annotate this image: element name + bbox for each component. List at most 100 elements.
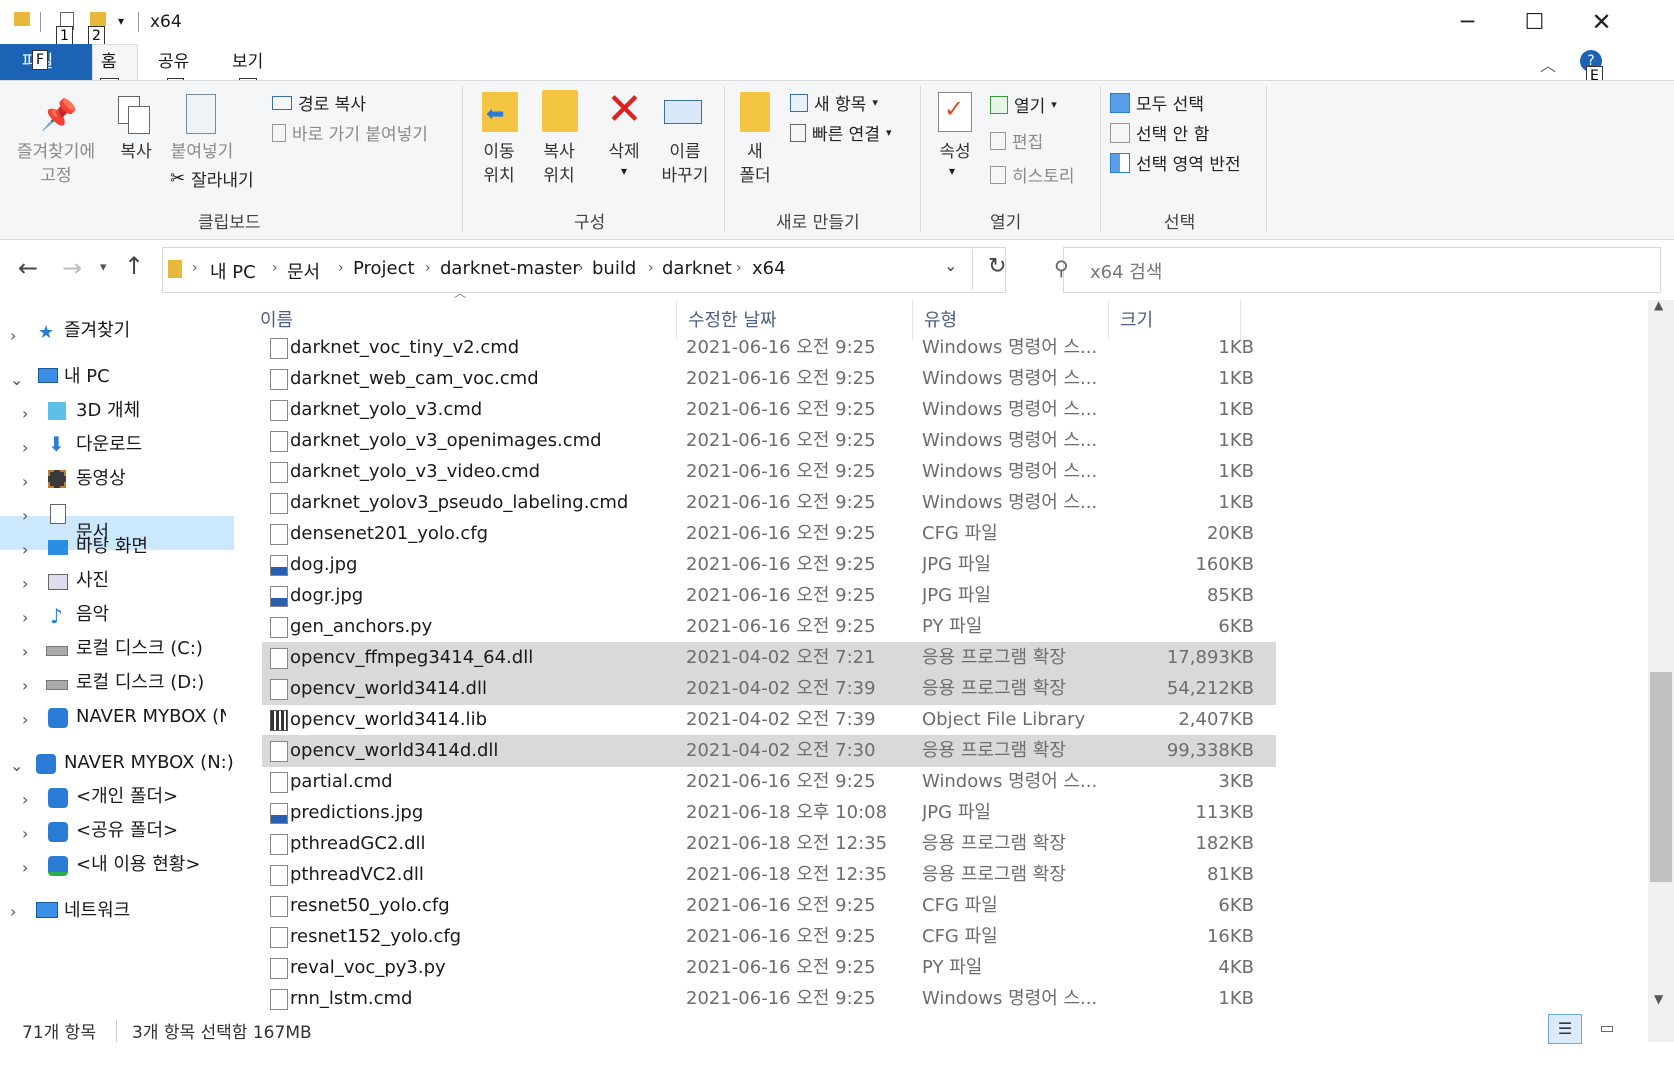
file-row[interactable]: darknet_yolov3_pseudo_labeling.cmd 2021-0… <box>262 487 1276 519</box>
file-row[interactable]: dogr.jpg 2021-06-16 오전 9:25 JPG 파일 85KB <box>262 580 1276 612</box>
file-row[interactable]: darknet_yolo_v3.cmd 2021-06-16 오전 9:25 Win… <box>262 394 1276 426</box>
expand-chevron-icon[interactable]: › <box>22 404 28 423</box>
refresh-button[interactable]: ↻ <box>988 254 1006 279</box>
file-row[interactable]: resnet152_yolo.cfg 2021-06-16 오전 9:25 CFG … <box>262 921 1276 953</box>
collapse-chevron-icon[interactable]: ⌄ <box>10 756 23 775</box>
rename-button[interactable]: 이름 바꾸기 <box>654 140 716 188</box>
easy-access-button[interactable]: 빠른 연결 ▾ <box>790 120 892 145</box>
breadcrumb-chevron-icon[interactable]: › <box>648 260 654 276</box>
back-button[interactable]: ← <box>18 254 38 282</box>
breadcrumb-documents[interactable]: 문서 <box>287 258 320 284</box>
large-icons-view-button[interactable]: ▭ <box>1590 1014 1624 1044</box>
file-row[interactable]: rnn_lstm.cmd 2021-06-16 오전 9:25 Windows 명령… <box>262 983 1276 1015</box>
expand-chevron-icon[interactable]: › <box>22 676 28 695</box>
breadcrumb-darknet[interactable]: darknet <box>662 258 732 279</box>
nav-item-3d-objects[interactable]: 3D 개체 <box>76 394 140 428</box>
select-all-button[interactable]: 모두 선택 <box>1110 90 1204 115</box>
file-row[interactable]: pthreadGC2.dll 2021-06-18 오전 12:35 응용 프로그램… <box>262 828 1276 860</box>
expand-chevron-icon[interactable]: › <box>22 608 28 627</box>
qat-customize-icon[interactable]: ▾ <box>118 14 124 28</box>
file-row[interactable]: opencv_world3414.dll 2021-04-02 오전 7:39 응용… <box>262 673 1276 705</box>
expand-chevron-icon[interactable]: › <box>22 790 28 809</box>
nav-item-desktop[interactable]: 바탕 화면 <box>76 530 148 564</box>
select-none-button[interactable]: 선택 안 함 <box>1110 120 1209 145</box>
address-history-chevron-down-icon[interactable]: ⌄ <box>944 256 957 275</box>
breadcrumb-chevron-icon[interactable]: › <box>272 260 278 276</box>
nav-item-shared-folder[interactable]: <공유 폴더> <box>76 814 178 848</box>
history-button[interactable]: 히스토리 <box>990 162 1075 187</box>
nav-item-local-c[interactable]: 로컬 디스크 (C:) <box>76 632 203 666</box>
file-row[interactable]: reval_voc_py3.py 2021-06-16 오전 9:25 PY 파일 4… <box>262 952 1276 984</box>
vertical-scrollbar[interactable] <box>1648 300 1674 1042</box>
move-to-button[interactable]: 이동 위치 <box>470 140 528 188</box>
file-row[interactable]: darknet_voc_tiny_v2.cmd 2021-06-16 오전 9:2… <box>262 332 1276 364</box>
new-item-button[interactable]: 새 항목 ▾ <box>790 90 878 115</box>
ribbon-collapse-icon[interactable]: ︿ <box>1540 52 1556 76</box>
file-row[interactable]: darknet_web_cam_voc.cmd 2021-06-16 오전 9:2… <box>262 363 1276 395</box>
breadcrumb-build[interactable]: build <box>592 258 636 279</box>
properties-button[interactable]: 속성 <box>930 140 980 164</box>
nav-item-videos[interactable]: 동영상 <box>76 462 126 496</box>
collapse-chevron-icon[interactable]: ⌄ <box>10 370 23 389</box>
nav-item-this-pc[interactable]: 내 PC <box>64 360 110 394</box>
expand-chevron-icon[interactable]: › <box>22 438 28 457</box>
file-row[interactable]: opencv_world3414.lib 2021-04-02 오전 7:39 Ob… <box>262 704 1276 736</box>
breadcrumb-chevron-icon[interactable]: › <box>192 260 198 276</box>
new-folder-button[interactable]: 새 폴더 <box>730 140 780 188</box>
file-row[interactable]: darknet_yolo_v3_video.cmd 2021-06-16 오전 9… <box>262 456 1276 488</box>
delete-button[interactable]: 삭제 <box>596 140 652 164</box>
file-row[interactable]: pthreadVC2.dll 2021-06-18 오전 12:35 응용 프로그램… <box>262 859 1276 891</box>
tab-share[interactable]: 공유 <box>158 44 189 80</box>
copy-button[interactable]: 복사 <box>112 140 160 164</box>
expand-chevron-icon[interactable]: › <box>10 326 16 345</box>
breadcrumb-darknet-master[interactable]: darknet-master <box>440 258 580 279</box>
copy-path-button[interactable]: 경로 복사 <box>272 90 366 115</box>
tab-home[interactable]: 홈 <box>101 44 117 80</box>
breadcrumb-this-pc[interactable]: 내 PC <box>210 258 256 284</box>
nav-item-mybox-sub[interactable]: NAVER MYBOX (N:) <box>76 700 226 734</box>
expand-chevron-icon[interactable]: › <box>22 642 28 661</box>
search-input-placeholder[interactable]: x64 검색 <box>1090 258 1162 284</box>
up-button[interactable]: ↑ <box>124 252 144 280</box>
file-row[interactable]: opencv_ffmpeg3414_64.dll 2021-04-02 오전 7:… <box>262 642 1276 674</box>
close-button[interactable]: ✕ <box>1568 0 1635 44</box>
nav-item-music[interactable]: 음악 <box>76 598 109 632</box>
breadcrumb-chevron-icon[interactable]: › <box>338 260 344 276</box>
expand-chevron-icon[interactable]: › <box>22 824 28 843</box>
maximize-button[interactable]: ☐ <box>1501 0 1568 44</box>
pin-to-quick-access-button[interactable]: 즐겨찾기에 고정 <box>8 140 104 188</box>
scroll-down-icon[interactable]: ▼ <box>1654 992 1663 1006</box>
file-row[interactable]: dog.jpg 2021-06-16 오전 9:25 JPG 파일 160KB <box>262 549 1276 581</box>
expand-chevron-icon[interactable]: › <box>22 710 28 729</box>
details-view-button[interactable]: ☰ <box>1548 1014 1582 1044</box>
nav-item-favorites[interactable]: 즐겨찾기 <box>64 314 130 348</box>
cut-button[interactable]: ✂ 잘라내기 <box>170 166 254 191</box>
expand-chevron-icon[interactable]: › <box>22 574 28 593</box>
nav-item-downloads[interactable]: 다운로드 <box>76 428 142 462</box>
file-row[interactable]: densenet201_yolo.cfg 2021-06-16 오전 9:25 CF… <box>262 518 1276 550</box>
open-button[interactable]: 열기 ▾ <box>990 92 1057 117</box>
column-header-type[interactable]: 유형 <box>924 306 957 332</box>
nav-item-pictures[interactable]: 사진 <box>76 564 109 598</box>
recent-locations-chevron-down-icon[interactable]: ▾ <box>100 260 107 275</box>
breadcrumb-chevron-icon[interactable]: › <box>425 260 431 276</box>
column-header-date[interactable]: 수정한 날짜 <box>688 306 777 332</box>
paste-shortcut-button[interactable]: 바로 가기 붙여넣기 <box>272 120 428 145</box>
column-header-name[interactable]: 이름 <box>260 306 293 332</box>
breadcrumb-project[interactable]: Project <box>353 258 415 279</box>
edit-button[interactable]: 편집 <box>990 128 1043 153</box>
minimize-button[interactable]: ─ <box>1434 0 1501 44</box>
nav-item-mybox[interactable]: NAVER MYBOX (N:) <box>64 746 234 780</box>
invert-selection-button[interactable]: 선택 영역 반전 <box>1110 150 1241 175</box>
copy-to-button[interactable]: 복사 위치 <box>530 140 588 188</box>
file-row[interactable]: resnet50_yolo.cfg 2021-06-16 오전 9:25 CFG 파… <box>262 890 1276 922</box>
file-row[interactable]: partial.cmd 2021-06-16 오전 9:25 Windows 명령어… <box>262 766 1276 798</box>
breadcrumb-chevron-icon[interactable]: › <box>578 260 584 276</box>
properties-dropdown-icon[interactable]: ▾ <box>949 164 955 178</box>
breadcrumb-x64[interactable]: x64 <box>752 258 786 279</box>
delete-dropdown-icon[interactable]: ▾ <box>621 164 627 178</box>
expand-chevron-icon[interactable]: › <box>22 858 28 877</box>
file-row[interactable]: predictions.jpg 2021-06-18 오후 10:08 JPG 파일… <box>262 797 1276 829</box>
file-row[interactable]: opencv_world3414d.dll 2021-04-02 오전 7:30 응… <box>262 735 1276 767</box>
nav-item-local-d[interactable]: 로컬 디스크 (D:) <box>76 666 204 700</box>
